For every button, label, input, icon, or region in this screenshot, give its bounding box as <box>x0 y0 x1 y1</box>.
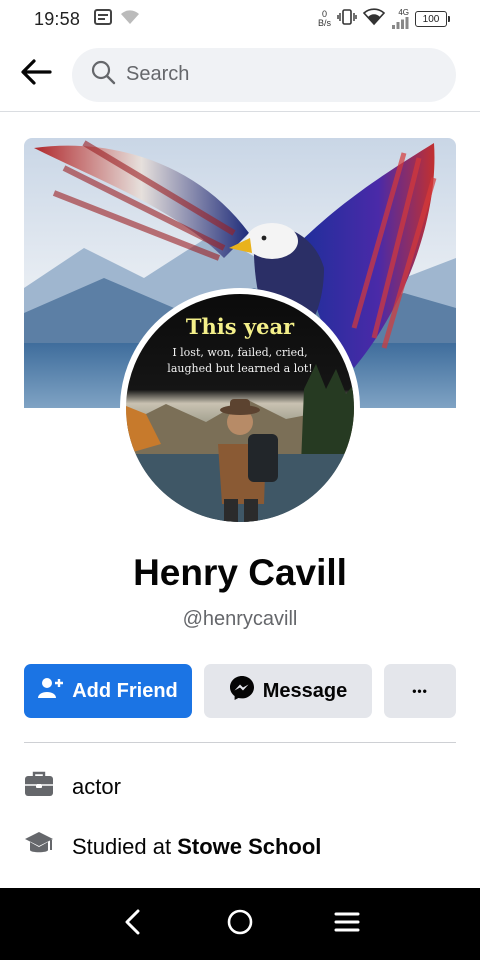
profile-actions: Add Friend Message ••• <box>24 664 456 718</box>
wifi-icon <box>362 7 386 31</box>
signal-icon: 4G <box>391 9 409 29</box>
info-education: Studied at Stowe School <box>24 829 456 865</box>
status-time: 19:58 <box>34 8 81 29</box>
info-occupation: actor <box>24 769 456 805</box>
divider <box>24 742 456 743</box>
search-header: Search <box>0 38 480 112</box>
add-friend-label: Add Friend <box>72 679 178 702</box>
status-bar: 19:58 0 B/s 4G 100 <box>0 0 480 38</box>
messenger-icon <box>229 675 255 707</box>
more-dots-icon: ••• <box>412 684 428 698</box>
profile-name: Henry Cavill <box>133 552 347 593</box>
nav-menu-icon <box>333 910 361 939</box>
profile-username: @henrycavill <box>182 608 298 630</box>
system-nav-bar <box>0 888 480 960</box>
nav-back-button[interactable] <box>113 904 153 944</box>
education-prefix: Studied at <box>72 834 178 859</box>
back-arrow-icon <box>20 58 52 91</box>
add-person-icon <box>38 676 64 706</box>
back-button[interactable] <box>18 57 54 93</box>
avatar-caption-line: I lost, won, failed, cried, <box>172 346 308 359</box>
nav-home-icon <box>226 908 254 941</box>
search-input[interactable]: Search <box>72 47 456 102</box>
search-placeholder: Search <box>126 63 190 85</box>
vibrate-icon <box>337 8 357 30</box>
add-friend-button[interactable]: Add Friend <box>24 664 192 718</box>
avatar-caption-line: laughed but learned a lot! <box>167 362 313 375</box>
message-label: Message <box>262 679 348 702</box>
more-options-button[interactable]: ••• <box>384 664 456 718</box>
avatar-title: This year <box>185 314 295 339</box>
briefcase-icon <box>24 770 54 804</box>
nav-back-icon <box>122 909 144 940</box>
nav-home-button[interactable] <box>220 904 260 944</box>
search-icon <box>90 59 116 90</box>
message-button[interactable]: Message <box>204 664 372 718</box>
wifi-question-icon <box>120 9 140 30</box>
profile-avatar[interactable]: This year I lost, won, failed, cried, la… <box>120 288 360 528</box>
graduation-cap-icon <box>24 830 54 864</box>
battery-indicator: 100 <box>415 11 450 27</box>
nav-menu-button[interactable] <box>327 904 367 944</box>
net-speed: 0 B/s <box>317 9 331 28</box>
notification-icon <box>94 8 113 30</box>
school-link[interactable]: Stowe School <box>177 834 321 859</box>
occupation-text: actor <box>72 774 121 799</box>
